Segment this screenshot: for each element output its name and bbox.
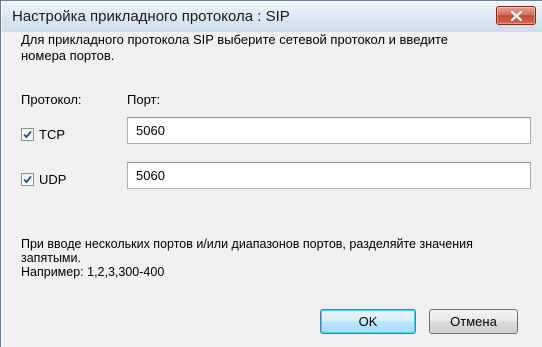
tcp-label: TCP <box>39 126 65 142</box>
hint-example: Например: 1,2,3,300-400 <box>21 265 165 279</box>
dialog-window: Настройка прикладного протокола : SIP Дл… <box>0 0 542 347</box>
checkmark-icon <box>23 175 32 183</box>
cancel-button[interactable]: Отмена <box>429 309 518 334</box>
close-icon <box>511 11 522 21</box>
tcp-checkbox-row[interactable]: TCP <box>21 125 65 143</box>
close-button[interactable] <box>496 6 536 25</box>
udp-label: UDP <box>39 171 67 187</box>
hint-text: При вводе нескольких портов и/или диапаз… <box>21 237 536 279</box>
title-bar[interactable]: Настройка прикладного протокола : SIP <box>2 2 542 32</box>
ok-button[interactable]: OK <box>320 309 416 334</box>
udp-port-input[interactable] <box>127 162 531 189</box>
protocol-column-label: Протокол: <box>21 92 82 107</box>
hint-line: При вводе нескольких портов и/или диапаз… <box>21 237 473 265</box>
instructions-text: Для прикладного протокола SIP выберите с… <box>21 32 449 63</box>
tcp-port-input[interactable] <box>127 117 531 144</box>
port-column-label: Порт: <box>127 92 161 107</box>
udp-checkbox-row[interactable]: UDP <box>21 170 66 188</box>
udp-checkbox[interactable] <box>21 172 34 186</box>
checkmark-icon <box>23 130 32 138</box>
tcp-checkbox[interactable] <box>21 127 34 141</box>
window-title: Настройка прикладного протокола : SIP <box>12 8 290 25</box>
